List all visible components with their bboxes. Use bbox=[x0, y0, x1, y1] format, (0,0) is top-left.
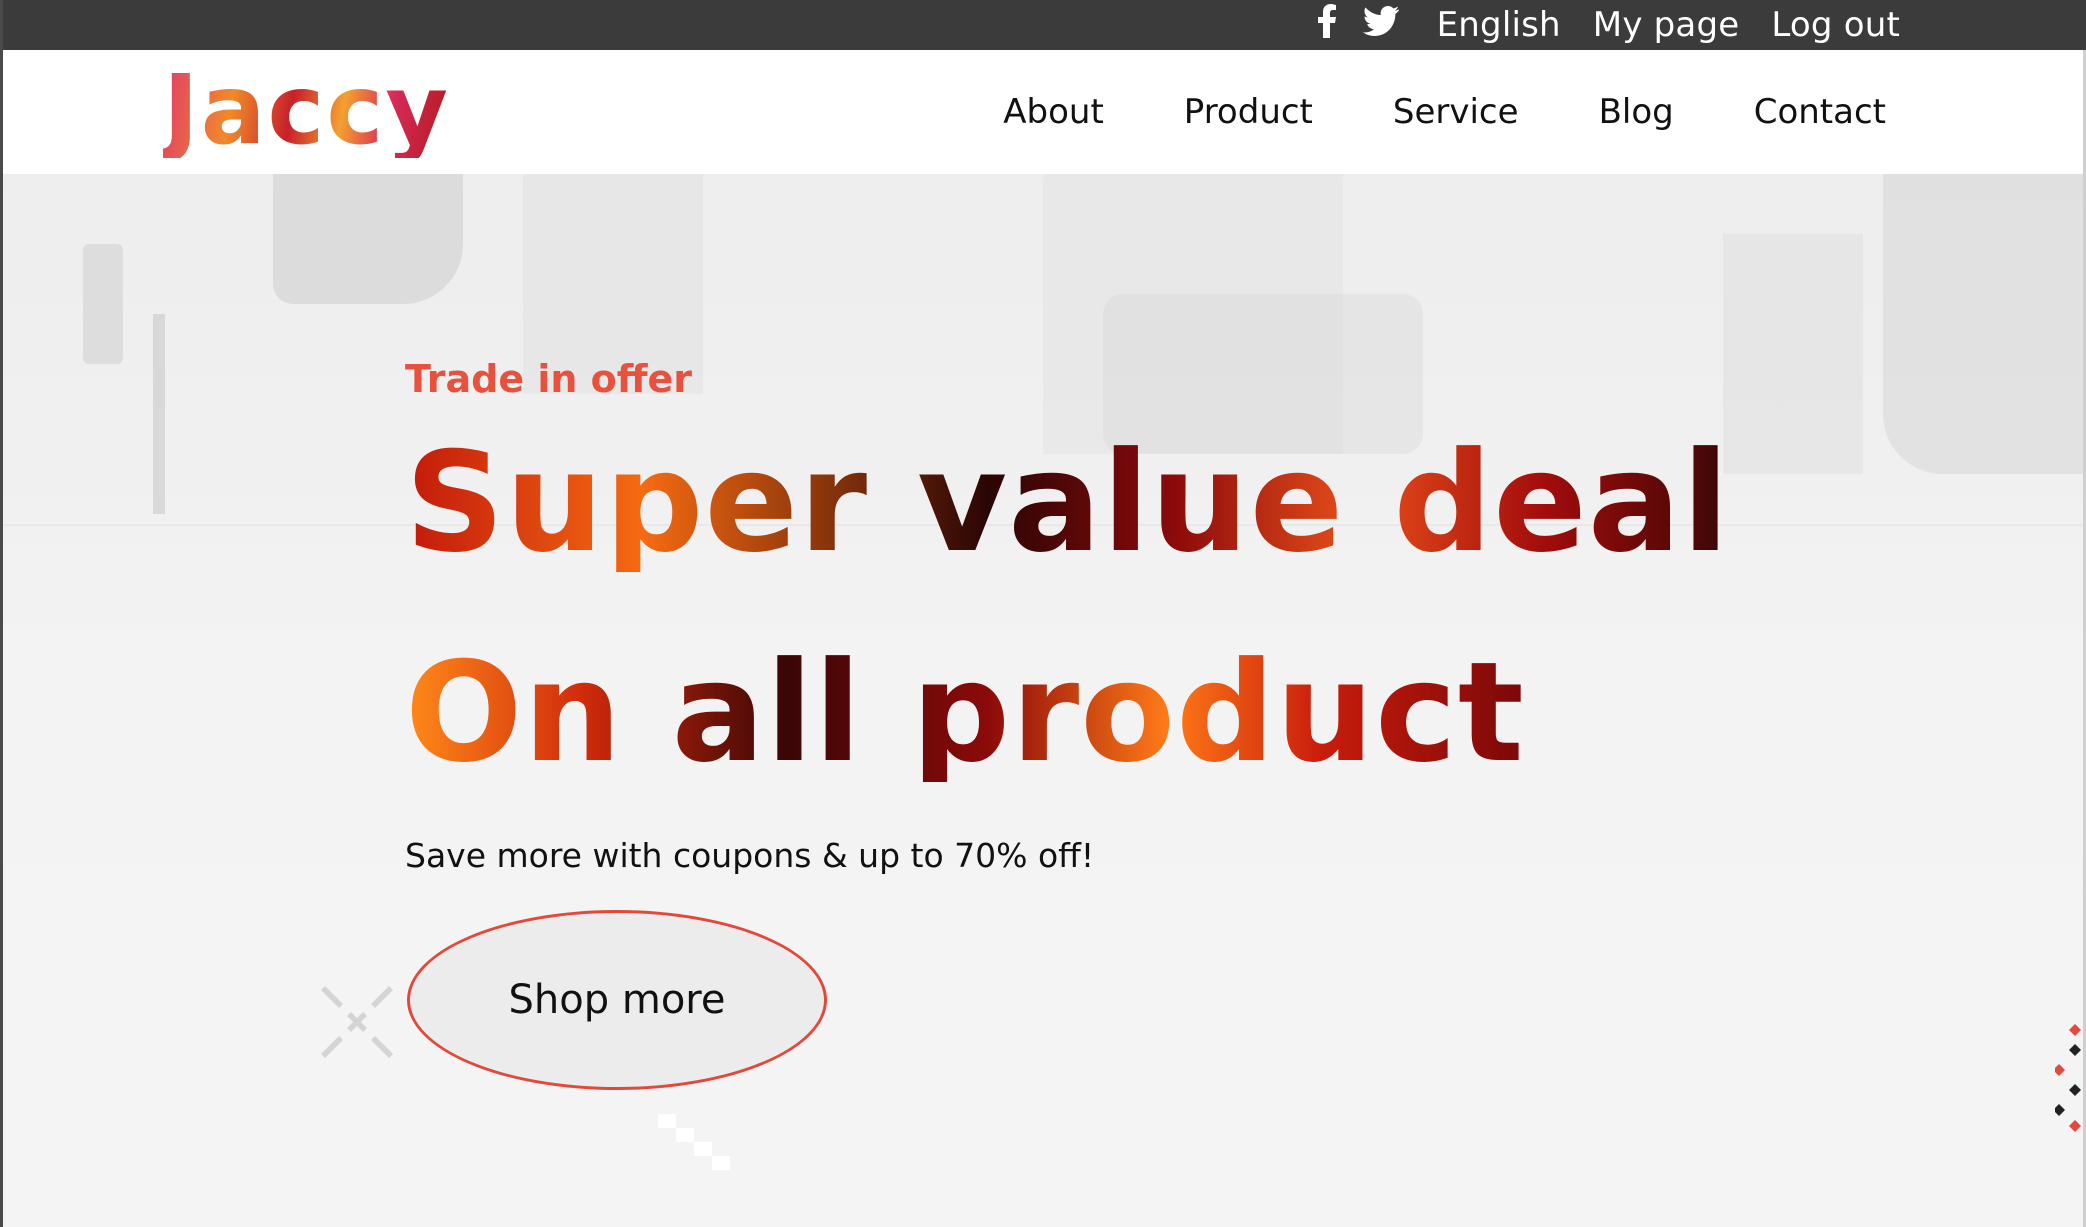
decorative-x-pattern-icon bbox=[321, 986, 393, 1058]
hero-headline-line2: On all product bbox=[405, 632, 1525, 793]
nav-item-about[interactable]: About bbox=[1003, 92, 1104, 132]
top-bar: English My page Log out bbox=[3, 0, 2086, 50]
language-link[interactable]: English bbox=[1437, 5, 1561, 45]
background-photo-detail bbox=[273, 174, 463, 304]
decorative-steps-pattern-icon bbox=[658, 1114, 730, 1170]
nav-item-product[interactable]: Product bbox=[1184, 92, 1313, 132]
hero-subtext: Save more with coupons & up to 70% off! bbox=[405, 836, 1095, 875]
logout-link[interactable]: Log out bbox=[1771, 5, 1900, 45]
shop-more-button[interactable]: Shop more bbox=[407, 910, 827, 1090]
top-bar-links: English My page Log out bbox=[1317, 0, 1900, 50]
background-photo-detail bbox=[1883, 174, 2083, 474]
decorative-diamond-pattern-icon bbox=[2055, 1024, 2081, 1132]
twitter-icon[interactable] bbox=[1362, 5, 1399, 45]
hero-content: Trade in offer Super value deal On all p… bbox=[405, 357, 1729, 1090]
background-photo-detail bbox=[83, 244, 123, 364]
facebook-icon[interactable] bbox=[1317, 3, 1337, 47]
site-logo[interactable]: Jaccy bbox=[163, 62, 450, 158]
hero-section: Trade in offer Super value deal On all p… bbox=[3, 174, 2086, 1227]
nav-item-contact[interactable]: Contact bbox=[1754, 92, 1886, 132]
social-links bbox=[1317, 3, 1399, 47]
background-photo-detail bbox=[1723, 234, 1863, 474]
website-viewport: English My page Log out Jaccy About Prod… bbox=[3, 0, 2086, 1227]
nav-item-blog[interactable]: Blog bbox=[1599, 92, 1674, 132]
hero-headline-line1: Super value deal bbox=[405, 422, 1731, 583]
hero-kicker: Trade in offer bbox=[405, 357, 693, 401]
site-header: Jaccy About Product Service Blog Contact bbox=[3, 50, 2086, 174]
main-nav: About Product Service Blog Contact bbox=[1003, 50, 1886, 174]
background-photo-detail bbox=[153, 314, 165, 514]
my-page-link[interactable]: My page bbox=[1593, 5, 1740, 45]
nav-item-service[interactable]: Service bbox=[1393, 92, 1519, 132]
